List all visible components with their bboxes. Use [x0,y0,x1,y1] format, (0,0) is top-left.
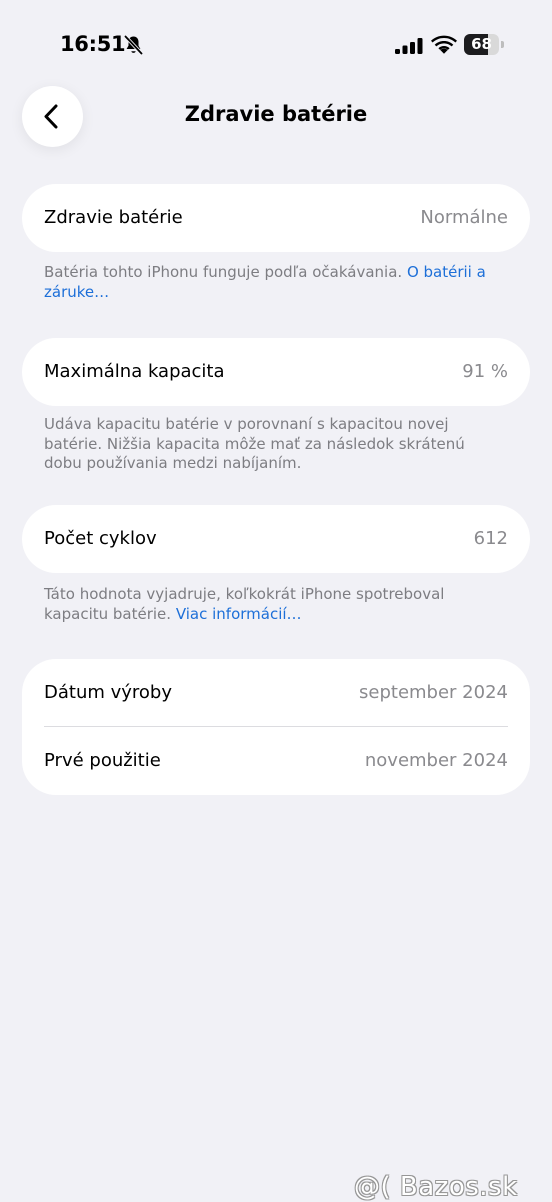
max-capacity-value: 91 % [462,361,508,382]
status-bar: 16:51 68 [0,0,552,90]
first-use-row: Prvé použitie november 2024 [22,727,530,795]
more-info-link[interactable]: Viac informácií… [176,605,302,623]
cycle-count-card: Počet cyklov 612 [22,505,530,573]
bell-off-icon [124,35,143,55]
battery-level: 68 [471,35,492,53]
max-capacity-row: Maximálna kapacita 91 % [22,338,530,406]
cycle-count-note: Táto hodnota vyjadruje, koľkokrát iPhone… [44,585,484,624]
battery-health-note-text: Batéria tohto iPhonu funguje podľa očaká… [44,263,407,281]
bazos-watermark: @( Bazos.sk [354,1172,518,1202]
page-title: Zdravie batérie [184,102,368,126]
battery-tip [501,41,504,48]
battery-icon: 68 [464,34,504,55]
status-time: 16:51 [60,32,126,56]
first-use-label: Prvé použitie [44,750,161,771]
manufacture-date-label: Dátum výroby [44,682,173,703]
battery-body: 68 [464,34,499,55]
cellular-signal-icon [395,38,423,54]
manufacture-date-row: Dátum výroby september 2024 [22,659,530,727]
cycle-count-value: 612 [473,528,508,549]
max-capacity-card: Maximálna kapacita 91 % [22,338,530,406]
manufacture-date-value: september 2024 [359,682,508,703]
max-capacity-label: Maximálna kapacita [44,361,225,382]
wifi-icon [431,35,457,54]
battery-health-row: Zdravie batérie Normálne [22,184,530,252]
battery-health-label: Zdravie batérie [44,207,183,228]
max-capacity-note: Udáva kapacitu batérie v porovnaní s kap… [44,415,465,472]
cycle-count-label: Počet cyklov [44,528,157,549]
cycle-count-row: Počet cyklov 612 [22,505,530,573]
dates-card: Dátum výroby september 2024 Prvé použiti… [22,659,530,795]
first-use-value: november 2024 [364,750,508,771]
battery-health-value: Normálne [420,207,508,228]
battery-health-note: Batéria tohto iPhonu funguje podľa očaká… [44,263,514,302]
battery-health-card: Zdravie batérie Normálne [22,184,530,252]
